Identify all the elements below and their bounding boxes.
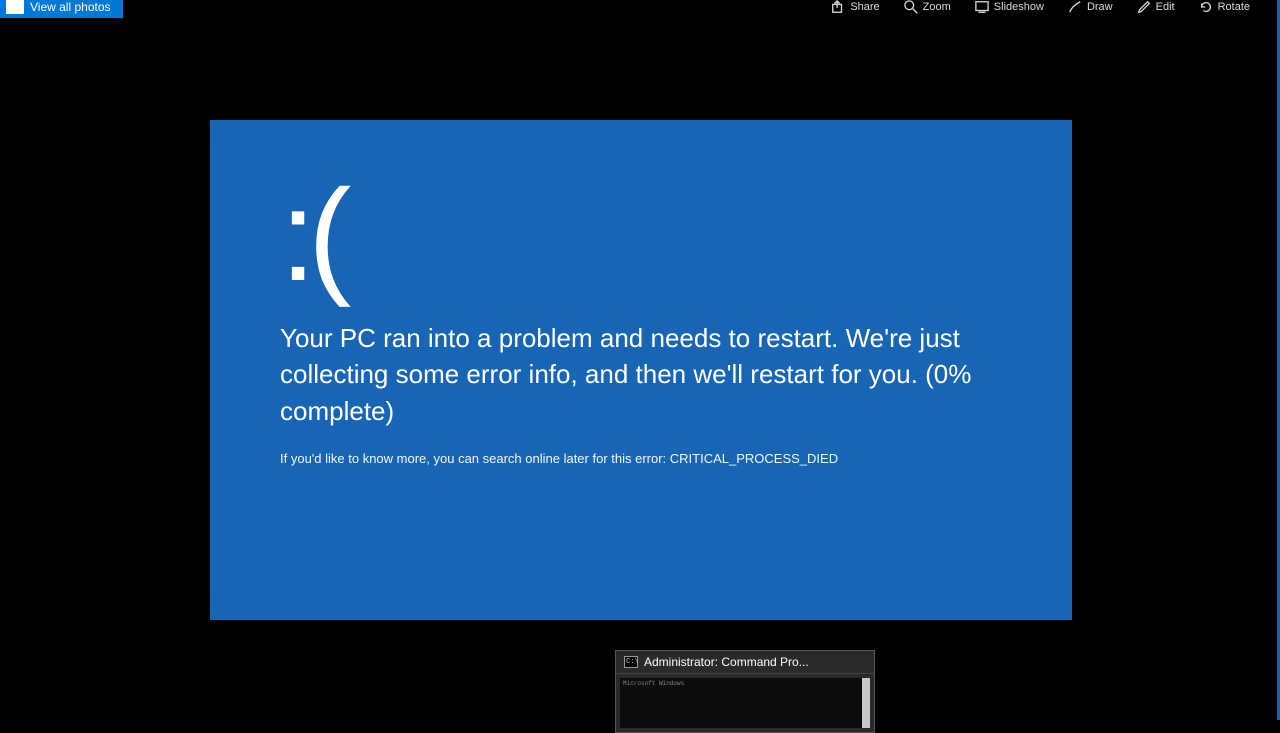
share-label: Share: [850, 1, 879, 13]
preview-title-text: Administrator: Command Pro...: [644, 655, 809, 669]
zoom-icon: [904, 0, 918, 14]
bsod-message: Your PC ran into a problem and needs to …: [280, 320, 1002, 429]
command-prompt-icon: C:\: [624, 656, 638, 668]
bsod-screenshot-image: :( Your PC ran into a problem and needs …: [210, 120, 1072, 620]
slideshow-icon: [975, 0, 989, 14]
photo-viewer-toolbar: View all photos Share Zoom Slideshow Dra…: [0, 0, 1280, 20]
draw-icon: [1068, 0, 1082, 14]
slideshow-label: Slideshow: [994, 1, 1044, 13]
edit-label: Edit: [1156, 1, 1175, 13]
edit-button[interactable]: Edit: [1137, 0, 1175, 14]
draw-label: Draw: [1087, 1, 1113, 13]
preview-console-text: Microsoft Windows: [620, 678, 870, 691]
taskbar-preview-command-prompt[interactable]: C:\ Administrator: Command Pro... Micros…: [615, 650, 875, 733]
slideshow-button[interactable]: Slideshow: [975, 0, 1044, 14]
zoom-label: Zoom: [923, 1, 951, 13]
rotate-label: Rotate: [1218, 1, 1250, 13]
toolbar-actions: Share Zoom Slideshow Draw Edit Rotate: [831, 0, 1280, 14]
view-all-photos-button[interactable]: View all photos: [0, 0, 123, 18]
sad-face-icon: :(: [280, 170, 1002, 300]
preview-body: Microsoft Windows: [620, 678, 870, 728]
edit-icon: [1137, 0, 1151, 14]
photo-display-area: :( Your PC ran into a problem and needs …: [18, 20, 1270, 720]
rotate-icon: [1199, 0, 1213, 14]
preview-titlebar: C:\ Administrator: Command Pro...: [616, 651, 874, 674]
photos-icon: [6, 0, 24, 14]
draw-button[interactable]: Draw: [1068, 0, 1113, 14]
bsod-error-detail: If you'd like to know more, you can sear…: [280, 451, 1002, 466]
share-button[interactable]: Share: [831, 0, 879, 14]
view-all-label: View all photos: [30, 0, 111, 14]
zoom-button[interactable]: Zoom: [904, 0, 951, 14]
preview-scrollbar: [862, 678, 870, 728]
share-icon: [831, 0, 845, 14]
rotate-button[interactable]: Rotate: [1199, 0, 1250, 14]
